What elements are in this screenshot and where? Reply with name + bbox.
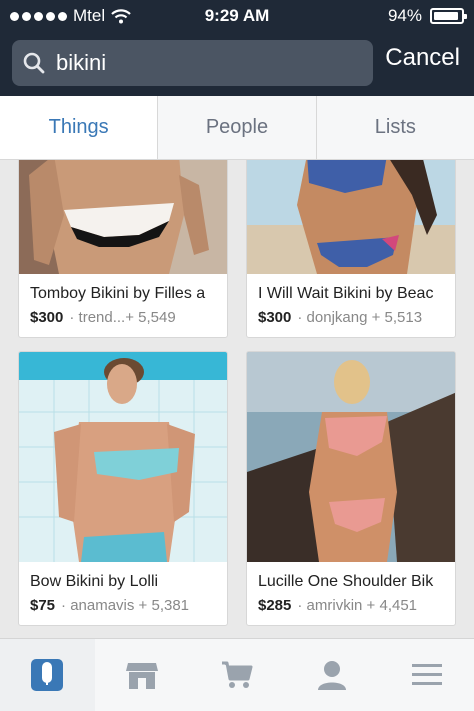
product-saves: · amrivkin + 4,451 [297,597,418,614]
bottom-nav [0,638,474,711]
nav-profile[interactable] [284,639,379,711]
product-saves: · anamavis + 5,381 [61,597,190,614]
product-card[interactable]: Lucille One Shoulder Bik $285 · amrivkin … [246,351,456,626]
product-card[interactable]: Tomboy Bikini by Filles a $300 · trend...… [18,160,228,338]
nav-shop[interactable] [95,639,190,711]
battery-status: 94% [387,6,467,26]
product-title: I Will Wait Bikini by Beac [258,285,434,302]
product-price: $300 [30,309,64,326]
status-bar: Mtel 9:29 AM 94% [0,0,474,32]
nav-cart[interactable] [190,639,285,711]
cart-icon [221,661,253,688]
product-meta: $285 · amrivkin + 4,451 [247,591,455,614]
search-field[interactable] [12,40,373,86]
shop-icon [126,663,159,689]
product-image [19,160,227,274]
tab-lists[interactable]: Lists [317,96,474,159]
battery-percent: 94% [387,6,422,25]
product-image [247,352,455,562]
product-title: Bow Bikini by Lolli [30,573,159,590]
product-image [247,160,455,274]
product-price: $300 [258,309,292,326]
tab-people[interactable]: People [158,96,317,159]
search-tabs: Things People Lists [0,96,474,160]
product-price: $75 [30,597,56,614]
product-meta: $75 · anamavis + 5,381 [19,591,227,614]
search-input[interactable] [56,46,356,80]
product-meta: $300 · donjkang + 5,513 [247,303,455,326]
cancel-button[interactable]: Cancel [385,44,460,72]
product-price: $285 [258,597,292,614]
product-card[interactable]: I Will Wait Bikini by Beac $300 · donjkan… [246,160,456,338]
nav-menu[interactable] [379,639,474,711]
results-grid: Tomboy Bikini by Filles a $300 · trend...… [0,160,474,638]
search-icon [23,52,45,74]
home-icon [31,659,64,691]
product-title: Lucille One Shoulder Bik [258,573,434,590]
product-saves: · donjkang + 5,513 [297,309,423,326]
nav-home[interactable] [0,639,95,711]
menu-icon [411,664,442,685]
product-image [19,352,227,562]
battery-icon [430,8,467,24]
profile-icon [317,661,346,690]
product-card[interactable]: Bow Bikini by Lolli $75 · anamavis + 5,38… [18,351,228,626]
product-meta: $300 · trend...+ 5,549 [19,303,227,326]
tab-things[interactable]: Things [0,96,159,159]
product-title: Tomboy Bikini by Filles a [30,285,206,302]
product-saves: · trend...+ 5,549 [69,309,176,326]
top-bar: Mtel 9:29 AM 94% Cancel [0,0,474,96]
